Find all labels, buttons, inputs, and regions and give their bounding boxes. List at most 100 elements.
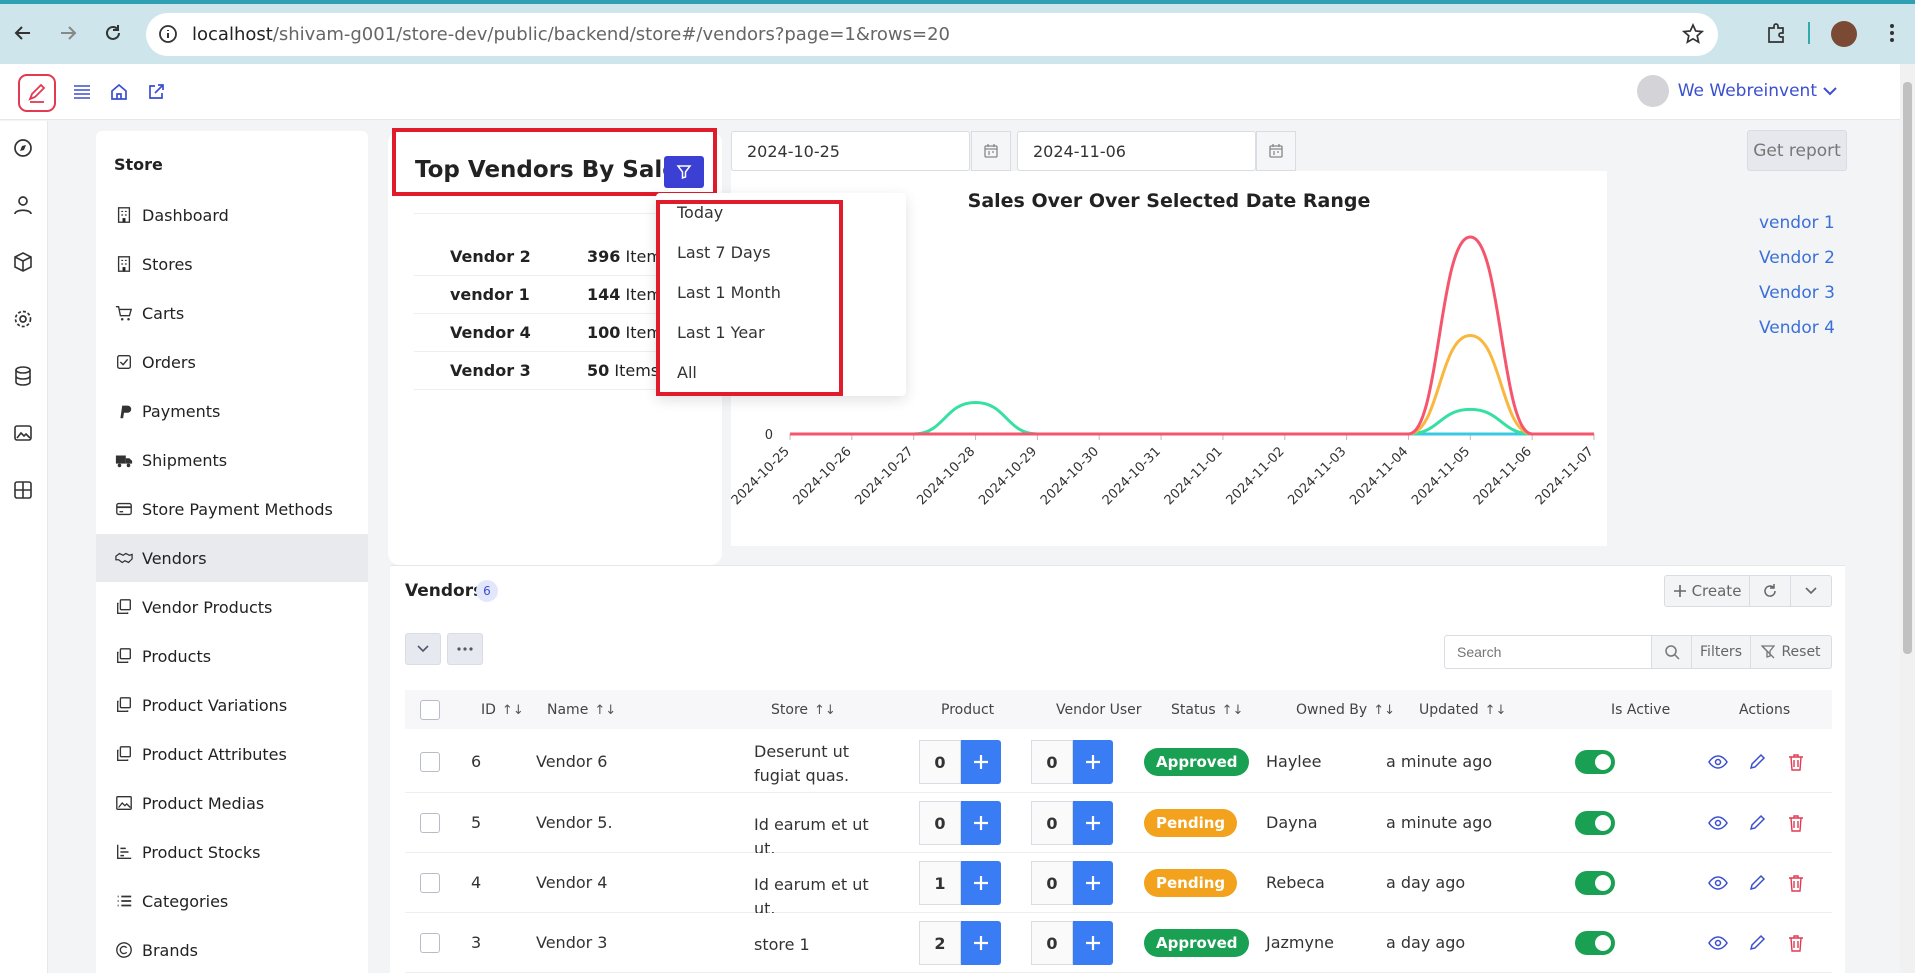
add-product-button[interactable] (961, 740, 1001, 784)
vendor-user-stepper[interactable]: 0 (1031, 921, 1115, 965)
row-checkbox[interactable] (420, 752, 440, 772)
legend-item[interactable]: Vendor 3 (1759, 283, 1835, 303)
row-checkbox[interactable] (420, 933, 440, 953)
create-button[interactable]: Create (1664, 575, 1750, 607)
add-product-button[interactable] (961, 921, 1001, 965)
end-date-calendar-button[interactable] (1256, 131, 1296, 171)
start-date-calendar-button[interactable] (971, 131, 1011, 171)
view-icon[interactable] (1708, 933, 1728, 953)
sidebar-item-product-stocks[interactable]: Product Stocks (96, 828, 368, 876)
column-header-name[interactable]: Name ↑↓ (547, 702, 616, 718)
sidebar-item-product-medias[interactable]: Product Medias (96, 779, 368, 827)
sidebar-item-carts[interactable]: Carts (96, 289, 368, 337)
start-date-input[interactable]: 2024-10-25 (731, 131, 970, 171)
scrollbar-thumb[interactable] (1903, 82, 1912, 654)
browser-menu-icon[interactable] (1875, 16, 1909, 50)
is-active-toggle[interactable] (1575, 931, 1615, 955)
sidebar-item-stores[interactable]: Stores (96, 240, 368, 288)
sidebar-item-product-attributes[interactable]: Product Attributes (96, 730, 368, 778)
add-product-button[interactable] (961, 801, 1001, 845)
edit-icon[interactable] (1747, 873, 1767, 893)
column-header-updated[interactable]: Updated ↑↓ (1419, 702, 1506, 718)
sidebar-item-product-variations[interactable]: Product Variations (96, 681, 368, 729)
reload-icon[interactable] (96, 16, 130, 50)
edit-icon[interactable] (1747, 813, 1767, 833)
legend-item[interactable]: vendor 1 (1759, 213, 1835, 233)
add-vendor-user-button[interactable] (1073, 801, 1113, 845)
vendor-user-stepper[interactable]: 0 (1031, 861, 1115, 905)
bookmark-star-icon[interactable] (1682, 23, 1704, 45)
page-scrollbar[interactable] (1900, 64, 1915, 973)
grid-icon[interactable] (12, 479, 36, 503)
delete-icon[interactable] (1786, 873, 1806, 893)
bulk-actions-button[interactable] (447, 633, 483, 665)
vendor-user-stepper[interactable]: 0 (1031, 801, 1115, 845)
add-vendor-user-button[interactable] (1073, 861, 1113, 905)
profile-avatar[interactable] (1831, 21, 1857, 47)
product-stepper[interactable]: 0 (919, 801, 1003, 845)
reset-button[interactable]: Reset (1750, 635, 1832, 669)
delete-icon[interactable] (1786, 752, 1806, 772)
vendor-user-stepper[interactable]: 0 (1031, 740, 1115, 784)
add-vendor-user-button[interactable] (1073, 921, 1113, 965)
user-icon[interactable] (12, 194, 36, 218)
refresh-button[interactable] (1749, 575, 1791, 607)
sort-icon[interactable]: ↑↓ (502, 703, 524, 718)
database-icon[interactable] (12, 365, 36, 389)
view-icon[interactable] (1708, 752, 1728, 772)
column-header-owned-by[interactable]: Owned By ↑↓ (1296, 702, 1395, 718)
more-options-button[interactable] (1790, 575, 1832, 607)
sort-icon[interactable]: ↑↓ (1485, 703, 1507, 718)
add-product-button[interactable] (961, 861, 1001, 905)
address-bar[interactable]: localhost/shivam-g001/store-dev/public/b… (146, 13, 1718, 56)
external-link-icon[interactable] (143, 79, 169, 105)
sort-icon[interactable]: ↑↓ (1373, 703, 1395, 718)
bulk-select-button[interactable] (405, 633, 441, 665)
app-logo[interactable] (18, 74, 56, 112)
sidebar-item-vendor-products[interactable]: Vendor Products (96, 583, 368, 631)
filter-button[interactable] (664, 156, 704, 188)
column-header-store[interactable]: Store ↑↓ (771, 702, 836, 718)
view-icon[interactable] (1708, 873, 1728, 893)
site-info-icon[interactable] (158, 24, 178, 44)
sort-icon[interactable]: ↑↓ (594, 703, 616, 718)
edit-icon[interactable] (1747, 752, 1767, 772)
sidebar-item-products[interactable]: Products (96, 632, 368, 680)
sidebar-item-vendors[interactable]: Vendors (96, 534, 368, 582)
search-button[interactable] (1651, 635, 1692, 669)
sort-icon[interactable]: ↑↓ (1222, 703, 1244, 718)
get-report-button[interactable]: Get report (1747, 130, 1847, 171)
delete-icon[interactable] (1786, 933, 1806, 953)
sort-icon[interactable]: ↑↓ (814, 703, 836, 718)
column-header-id[interactable]: ID ↑↓ (481, 702, 524, 718)
edit-icon[interactable] (1747, 933, 1767, 953)
row-checkbox[interactable] (420, 873, 440, 893)
add-vendor-user-button[interactable] (1073, 740, 1113, 784)
end-date-input[interactable]: 2024-11-06 (1017, 131, 1256, 171)
sidebar-item-categories[interactable]: Categories (96, 877, 368, 925)
legend-item[interactable]: Vendor 4 (1759, 318, 1835, 338)
delete-icon[interactable] (1786, 813, 1806, 833)
sidebar-item-store-payment-methods[interactable]: Store Payment Methods (96, 485, 368, 533)
sidebar-item-brands[interactable]: Brands (96, 926, 368, 973)
user-menu[interactable]: We Webreinvent (1636, 74, 1837, 108)
sidebar-item-payments[interactable]: Payments (96, 387, 368, 435)
product-stepper[interactable]: 1 (919, 861, 1003, 905)
gear-icon[interactable] (12, 308, 36, 332)
row-checkbox[interactable] (420, 813, 440, 833)
is-active-toggle[interactable] (1575, 811, 1615, 835)
product-stepper[interactable]: 2 (919, 921, 1003, 965)
is-active-toggle[interactable] (1575, 750, 1615, 774)
view-icon[interactable] (1708, 813, 1728, 833)
menu-toggle-icon[interactable] (69, 79, 95, 105)
back-icon[interactable] (6, 16, 40, 50)
sidebar-item-dashboard[interactable]: Dashboard (96, 191, 368, 239)
filters-button[interactable]: Filters (1691, 635, 1751, 669)
extensions-icon[interactable] (1759, 16, 1793, 50)
column-header-status[interactable]: Status ↑↓ (1171, 702, 1243, 718)
box-icon[interactable] (12, 251, 36, 275)
compass-icon[interactable] (12, 137, 36, 161)
sidebar-item-shipments[interactable]: Shipments (96, 436, 368, 484)
legend-item[interactable]: Vendor 2 (1759, 248, 1835, 268)
sidebar-item-orders[interactable]: Orders (96, 338, 368, 386)
